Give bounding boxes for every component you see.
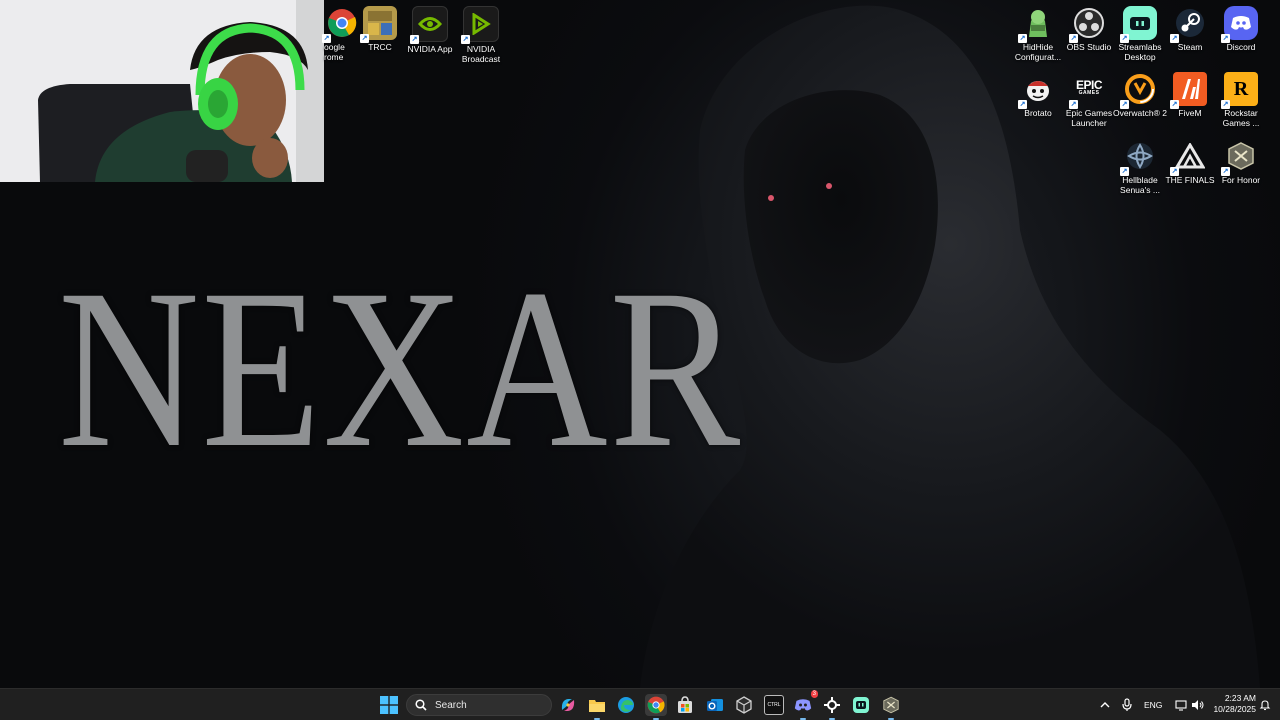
taskbar-copilot[interactable] <box>557 694 579 716</box>
desktop-icon-label: HidHide Configurat... <box>1014 42 1062 62</box>
desktop-icon-label: Overwatch® 2 <box>1113 108 1167 118</box>
nvidia-app-icon: ↗ <box>410 6 448 44</box>
rockstar-badge: R <box>1233 77 1249 100</box>
fivem-icon: ↗ <box>1170 72 1207 109</box>
desktop-icon-for-honor[interactable]: ↗ For Honor <box>1213 139 1269 185</box>
taskbar-for-honor[interactable] <box>880 694 902 720</box>
discord-icon <box>794 699 812 711</box>
taskbar-outlook[interactable] <box>704 694 726 716</box>
desktop-icon-epic-games[interactable]: EPIC GAMES ↗ Epic Games Launcher <box>1061 72 1117 128</box>
streamlabs-icon: ↗ <box>1120 6 1157 43</box>
tray-date: 10/28/2025 <box>1213 704 1256 714</box>
epic-games-icon: EPIC GAMES ↗ <box>1069 78 1103 109</box>
notification-bell-icon <box>1259 700 1271 711</box>
search-placeholder: Search <box>435 699 467 711</box>
for-honor-icon <box>883 696 899 714</box>
start-button[interactable] <box>378 694 400 716</box>
volume-icon <box>1192 700 1204 710</box>
nvidia-broadcast-icon: ↗ <box>461 6 499 44</box>
file-explorer-icon <box>589 700 605 712</box>
taskbar-file-explorer[interactable] <box>586 694 608 720</box>
desktop-icon-the-finals[interactable]: ↗ THE FINALS <box>1162 139 1218 185</box>
desktop-icon-label: Rockstar Games ... <box>1222 108 1260 128</box>
unity-icon <box>736 696 752 714</box>
desktop-icon-streamlabs[interactable]: ↗ Streamlabs Desktop <box>1112 6 1168 62</box>
desktop-icon-obs-studio[interactable]: ↗ OBS Studio <box>1061 6 1117 52</box>
taskbar-steelseries[interactable] <box>821 694 843 720</box>
desktop-icon-brotato[interactable]: ↗ Brotato <box>1010 72 1066 118</box>
desktop-icon-label: Hellblade Senua's ... <box>1120 175 1160 195</box>
desktop-icon-label: Streamlabs Desktop <box>1118 42 1162 62</box>
overwatch-icon: ↗ <box>1120 72 1157 109</box>
windows-start-icon <box>380 696 398 714</box>
wallpaper-title: NEXAR <box>58 243 742 495</box>
taskbar-unity[interactable] <box>733 694 755 716</box>
tray-overflow-button[interactable] <box>1095 694 1115 716</box>
desktop: NEXAR ↗ oogle rome ↗ TRCC ↗ NVIDIA App ↗… <box>0 0 1280 688</box>
taskbar-ctrl-app[interactable]: CTRL <box>763 694 785 716</box>
desktop-icon-nvidia-broadcast[interactable]: ↗ NVIDIA Broadcast <box>453 6 509 64</box>
desktop-icon-label: Discord <box>1226 42 1256 52</box>
steelseries-icon <box>824 697 840 713</box>
outlook-icon <box>707 699 723 711</box>
desktop-icon-label: FiveM <box>1178 108 1202 118</box>
tray-time: 2:23 AM <box>1224 693 1256 703</box>
taskbar-search[interactable]: Search <box>406 694 552 716</box>
taskbar-microsoft-store[interactable] <box>674 694 696 716</box>
desktop-icon-trcc[interactable]: ↗ TRCC <box>352 6 408 52</box>
desktop-icon-label: TRCC <box>368 42 392 52</box>
tray-language[interactable]: ENG <box>1144 700 1162 710</box>
store-icon <box>678 696 692 713</box>
tray-microphone[interactable] <box>1117 694 1137 716</box>
tray-clock[interactable]: 2:23 AM 10/28/2025 <box>1208 693 1256 715</box>
tray-quick-settings[interactable] <box>1168 694 1212 716</box>
taskbar-discord[interactable]: 3 <box>792 690 818 720</box>
discord-notification-badge: 3 <box>810 690 818 698</box>
chrome-icon <box>647 696 665 714</box>
desktop-icon-label: Epic Games Launcher <box>1065 108 1113 128</box>
steam-icon: ↗ <box>1170 6 1207 43</box>
desktop-icon-label: NVIDIA Broadcast <box>461 44 501 64</box>
edge-icon <box>618 697 634 713</box>
search-icon <box>415 699 427 711</box>
rockstar-icon: R ↗ <box>1221 72 1258 109</box>
obs-icon: ↗ <box>1069 6 1106 43</box>
desktop-icon-label: Brotato <box>1024 108 1052 118</box>
desktop-icon-nvidia-app[interactable]: ↗ NVIDIA App <box>402 6 458 54</box>
the-finals-icon: ↗ <box>1170 139 1207 176</box>
desktop-icon-label: OBS Studio <box>1066 42 1112 52</box>
streamlabs-icon <box>853 697 869 713</box>
hidhide-icon: ↗ <box>1018 6 1055 43</box>
ctrl-label: CTRL <box>767 702 781 708</box>
desktop-icon-label: Steam <box>1177 42 1203 52</box>
desktop-icon-fivem[interactable]: ↗ FiveM <box>1162 72 1218 118</box>
desktop-icon-label: For Honor <box>1221 175 1261 185</box>
desktop-icon-rockstar[interactable]: R ↗ Rockstar Games ... <box>1213 72 1269 128</box>
taskbar-edge[interactable] <box>615 694 637 716</box>
network-icon <box>1175 699 1187 711</box>
streamer-webcam-image <box>0 0 324 182</box>
desktop-icon-hidhide[interactable]: ↗ HidHide Configurat... <box>1010 6 1066 62</box>
hellblade-icon: ↗ <box>1120 139 1157 176</box>
microphone-icon <box>1122 698 1132 711</box>
desktop-icon-label: THE FINALS <box>1165 175 1215 185</box>
desktop-icon-steam[interactable]: ↗ Steam <box>1162 6 1218 52</box>
chevron-up-icon <box>1100 702 1110 708</box>
taskbar: Search CTRL 3 ENG 2:23 AM 10/28/2025 <box>0 688 1280 720</box>
desktop-icon-discord[interactable]: ↗ Discord <box>1213 6 1269 52</box>
taskbar-streamlabs[interactable] <box>850 694 872 716</box>
trcc-icon: ↗ <box>360 6 397 43</box>
copilot-icon <box>561 699 575 711</box>
ctrl-app-icon: CTRL <box>764 695 784 715</box>
desktop-icon-overwatch[interactable]: ↗ Overwatch® 2 <box>1112 72 1168 118</box>
webcam-overlay <box>0 0 324 182</box>
taskbar-chrome[interactable] <box>645 694 667 720</box>
for-honor-icon: ↗ <box>1221 139 1258 176</box>
desktop-icon-hellblade[interactable]: ↗ Hellblade Senua's ... <box>1112 139 1168 195</box>
brotato-icon: ↗ <box>1018 72 1055 109</box>
notification-center-button[interactable] <box>1256 694 1274 716</box>
discord-icon: ↗ <box>1221 6 1258 43</box>
desktop-icon-label: NVIDIA App <box>407 44 453 54</box>
